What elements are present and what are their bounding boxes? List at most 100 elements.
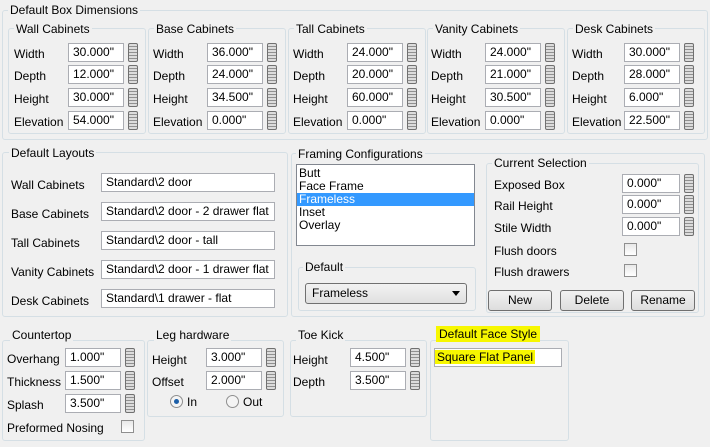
wall-height-input[interactable]: 30.000" — [68, 88, 124, 107]
leg-in-radio[interactable] — [170, 395, 183, 408]
wall-elevation-label: Elevation — [14, 115, 64, 129]
wall-elevation-spinner[interactable] — [128, 111, 138, 130]
layout-base-input[interactable]: Standard\2 door - 2 drawer flat — [101, 202, 275, 221]
layout-wall-input[interactable]: Standard\2 door — [101, 173, 275, 192]
leg-out-label: Out — [243, 395, 263, 409]
thickness-label: Thickness — [7, 375, 62, 389]
layout-tall-input[interactable]: Standard\2 door - tall — [101, 231, 275, 250]
rail-height-input[interactable]: 0.000" — [622, 195, 680, 214]
tall-elevation-spinner[interactable] — [407, 111, 417, 130]
vanity-depth-label: Depth — [431, 69, 464, 83]
overhang-spinner[interactable] — [125, 348, 135, 367]
layout-desk-label: Desk Cabinets — [11, 294, 90, 308]
splash-input[interactable]: 3.500" — [65, 394, 121, 413]
base-elevation-label: Elevation — [153, 115, 203, 129]
tall-height-input[interactable]: 60.000" — [347, 88, 403, 107]
desk-elevation-label: Elevation — [572, 115, 622, 129]
tall-height-spinner[interactable] — [407, 88, 417, 107]
default-framing-select[interactable]: Frameless — [305, 283, 467, 304]
leg-offset-input[interactable]: 2.000" — [206, 371, 262, 390]
default-face-style-input[interactable]: Square Flat Panel — [434, 348, 562, 367]
vanity-depth-spinner[interactable] — [545, 65, 555, 84]
base-depth-input[interactable]: 24.000" — [207, 65, 263, 84]
thickness-input[interactable]: 1.500" — [65, 371, 121, 390]
vanity-width-input[interactable]: 24.000" — [485, 43, 541, 62]
delete-button[interactable]: Delete — [560, 290, 624, 311]
leg-offset-spinner[interactable] — [266, 371, 276, 390]
desk-depth-input[interactable]: 28.000" — [624, 65, 680, 84]
stile-width-input[interactable]: 0.000" — [622, 217, 680, 236]
overhang-label: Overhang — [7, 352, 60, 366]
tall-width-spinner[interactable] — [407, 43, 417, 62]
vanity-depth-input[interactable]: 21.000" — [485, 65, 541, 84]
layout-desk-input[interactable]: Standard\1 drawer - flat — [101, 289, 275, 308]
thickness-spinner[interactable] — [125, 371, 135, 390]
exposed-box-spinner[interactable] — [684, 174, 694, 193]
toe-kick-title: Toe Kick — [296, 328, 346, 342]
overhang-input[interactable]: 1.000" — [65, 348, 121, 367]
desk-height-input[interactable]: 6.000" — [624, 88, 680, 107]
base-depth-spinner[interactable] — [267, 65, 277, 84]
base-width-input[interactable]: 36.000" — [207, 43, 263, 62]
vanity-elevation-spinner[interactable] — [545, 111, 555, 130]
wall-width-label: Width — [14, 47, 45, 61]
framing-listbox[interactable]: Butt Face Frame Frameless Inset Overlay — [296, 164, 475, 246]
wall-elevation-input[interactable]: 54.000" — [68, 111, 124, 130]
desk-elevation-input[interactable]: 22.500" — [624, 111, 680, 130]
tall-depth-spinner[interactable] — [407, 65, 417, 84]
rename-button[interactable]: Rename — [631, 290, 695, 311]
flush-drawers-checkbox[interactable] — [624, 264, 637, 277]
toe-kick-depth-input[interactable]: 3.500" — [350, 371, 406, 390]
tall-elevation-input[interactable]: 0.000" — [347, 111, 403, 130]
base-height-input[interactable]: 34.500" — [207, 88, 263, 107]
layout-vanity-input[interactable]: Standard\2 door - 1 drawer flat — [101, 260, 275, 279]
leg-height-input[interactable]: 3.000" — [206, 348, 262, 367]
base-elevation-input[interactable]: 0.000" — [207, 111, 263, 130]
tall-width-input[interactable]: 24.000" — [347, 43, 403, 62]
tall-elevation-label: Elevation — [293, 115, 343, 129]
desk-elevation-spinner[interactable] — [684, 111, 694, 130]
base-elevation-spinner[interactable] — [267, 111, 277, 130]
wall-depth-spinner[interactable] — [128, 65, 138, 84]
exposed-box-input[interactable]: 0.000" — [622, 174, 680, 193]
vanity-height-spinner[interactable] — [545, 88, 555, 107]
default-face-style-value: Square Flat Panel — [435, 350, 536, 364]
desk-height-spinner[interactable] — [684, 88, 694, 107]
desk-width-spinner[interactable] — [684, 43, 694, 62]
vanity-elevation-input[interactable]: 0.000" — [485, 111, 541, 130]
base-height-spinner[interactable] — [267, 88, 277, 107]
flush-doors-checkbox[interactable] — [624, 243, 637, 256]
tall-cabinets-title: Tall Cabinets — [294, 22, 367, 36]
wall-height-spinner[interactable] — [128, 88, 138, 107]
layout-base-label: Base Cabinets — [11, 207, 90, 221]
rail-height-label: Rail Height — [494, 199, 553, 213]
toe-kick-depth-label: Depth — [293, 375, 326, 389]
toe-kick-height-label: Height — [293, 353, 328, 367]
new-button[interactable]: New — [488, 290, 552, 311]
wall-depth-input[interactable]: 12.000" — [68, 65, 124, 84]
toe-kick-depth-spinner[interactable] — [410, 371, 420, 390]
stile-width-label: Stile Width — [494, 221, 552, 235]
framing-item-overlay[interactable]: Overlay — [297, 219, 474, 232]
wall-width-spinner[interactable] — [128, 43, 138, 62]
leg-out-radio[interactable] — [226, 395, 239, 408]
vanity-width-spinner[interactable] — [545, 43, 555, 62]
desk-depth-spinner[interactable] — [684, 65, 694, 84]
leg-height-spinner[interactable] — [266, 348, 276, 367]
preformed-nosing-checkbox[interactable] — [121, 420, 134, 433]
desk-width-input[interactable]: 30.000" — [624, 43, 680, 62]
tall-depth-label: Depth — [293, 69, 326, 83]
base-width-spinner[interactable] — [267, 43, 277, 62]
stile-width-spinner[interactable] — [684, 217, 694, 236]
toe-kick-height-spinner[interactable] — [410, 348, 420, 367]
default-framing-title: Default — [303, 260, 346, 274]
tall-depth-input[interactable]: 20.000" — [347, 65, 403, 84]
toe-kick-height-input[interactable]: 4.500" — [350, 348, 406, 367]
splash-label: Splash — [7, 398, 44, 412]
default-framing-value: Frameless — [312, 286, 369, 300]
vanity-elevation-label: Elevation — [431, 115, 481, 129]
rail-height-spinner[interactable] — [684, 195, 694, 214]
splash-spinner[interactable] — [125, 394, 135, 413]
wall-width-input[interactable]: 30.000" — [68, 43, 124, 62]
vanity-height-input[interactable]: 30.500" — [485, 88, 541, 107]
